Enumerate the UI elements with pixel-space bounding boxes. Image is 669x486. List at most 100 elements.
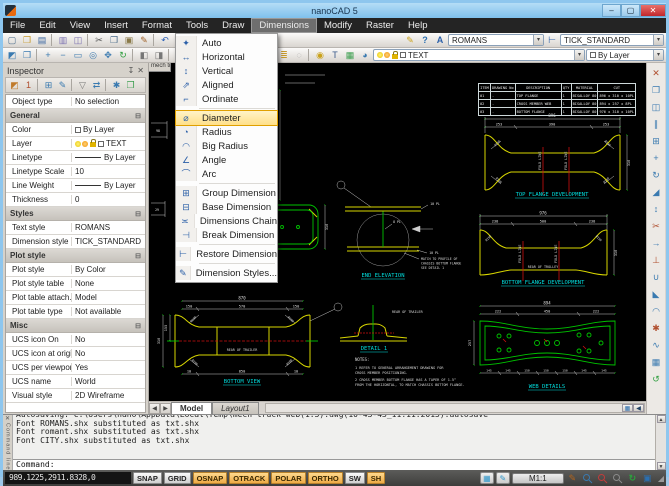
move-icon[interactable]: + <box>649 151 664 165</box>
selection-icon[interactable]: ◩ <box>8 79 21 92</box>
help-icon[interactable]: ? <box>418 34 432 47</box>
color-combo[interactable]: By Layer ▾ <box>586 49 664 61</box>
menu-item-break-dimension[interactable]: ⊣Break Dimension <box>176 228 277 242</box>
fullscreen-icon[interactable]: ▣ <box>641 472 654 484</box>
tab-model[interactable]: Model <box>171 402 212 414</box>
count-badge-icon[interactable]: 1 <box>22 79 35 92</box>
layer-match-icon[interactable]: ▦ <box>343 49 357 62</box>
zoom-object-icon[interactable]: ◕ <box>358 49 372 62</box>
inspector-row-ucs-name[interactable]: UCS nameWorld <box>6 375 145 389</box>
zoom-in-icon[interactable]: + <box>41 49 55 62</box>
collapse-icon[interactable]: ⊟ <box>135 252 141 260</box>
menu-raster[interactable]: Raster <box>359 18 401 33</box>
inspector-row-linetype-scale[interactable]: Linetype Scale10 <box>6 165 145 179</box>
menu-item-angle[interactable]: ∠Angle <box>176 153 277 167</box>
rotate-icon[interactable]: ↻ <box>649 168 664 182</box>
collapse-icon[interactable]: ⊟ <box>135 210 141 218</box>
drawing-explorer-icon[interactable]: ❒ <box>20 49 34 62</box>
collapse-icon[interactable]: ⊟ <box>135 112 141 120</box>
plot-preview-icon[interactable]: ◫ <box>71 34 85 47</box>
toggle-sw[interactable]: SW <box>345 472 365 484</box>
edit-pencil-icon[interactable]: ✎ <box>403 34 417 47</box>
inspector-section-general[interactable]: General⊟ <box>6 109 145 123</box>
property-value[interactable]: By Color <box>72 265 145 274</box>
inspector-section-plot-style[interactable]: Plot style⊟ <box>6 249 145 263</box>
menu-item-group-dimension[interactable]: ⊞Group Dimension <box>176 186 277 200</box>
property-value[interactable]: Yes <box>72 363 145 372</box>
inspector-row-color[interactable]: ColorBy Layer <box>6 123 145 137</box>
inspector-icon[interactable]: ◩ <box>5 49 19 62</box>
menu-item-restore-dimension[interactable]: ⊢Restore Dimension <box>176 247 277 261</box>
zoom-window-icon[interactable]: ▭ <box>71 49 85 62</box>
menu-help[interactable]: Help <box>401 18 435 33</box>
menu-view[interactable]: View <box>63 18 97 33</box>
zoom-extents-icon[interactable]: ◎ <box>86 49 100 62</box>
chevron-down-icon[interactable]: ▾ <box>653 35 663 45</box>
hatch-icon[interactable]: ▦ <box>649 355 664 369</box>
chevron-down-icon[interactable]: ▾ <box>574 50 584 60</box>
chamfer-icon[interactable]: ◣ <box>649 287 664 301</box>
property-value[interactable]: By Layer <box>72 125 145 134</box>
property-value[interactable]: Model <box>72 293 145 302</box>
menu-edit[interactable]: Edit <box>32 18 62 33</box>
trim-icon[interactable]: ✂ <box>649 219 664 233</box>
paste-icon[interactable]: ▣ <box>122 34 136 47</box>
edit-note-icon[interactable]: ✎ <box>56 79 69 92</box>
view-settings-icon[interactable]: ▦ <box>480 472 494 484</box>
settings-icon[interactable]: ✱ <box>110 79 123 92</box>
grid-view-icon[interactable]: ⊞ <box>42 79 55 92</box>
close-icon[interactable]: ✕ <box>5 415 10 422</box>
scale-field[interactable]: M1:1 <box>512 473 564 484</box>
open-file-icon[interactable]: ❒ <box>20 34 34 47</box>
copy-icon[interactable]: ❐ <box>107 34 121 47</box>
copy-tool-icon[interactable]: ❐ <box>649 83 664 97</box>
tab-layout1[interactable]: Layout1 <box>212 402 258 414</box>
toggle-ortho[interactable]: ORTHO <box>308 472 343 484</box>
splitter-icon[interactable]: ▦ <box>622 404 633 412</box>
extend-icon[interactable]: → <box>649 236 664 250</box>
layers-icon[interactable]: ≣ <box>277 49 291 62</box>
text-style-combo[interactable]: ROMANS ▾ <box>448 34 544 46</box>
property-value[interactable]: World <box>72 377 145 386</box>
scroll-left-icon[interactable]: ◀ <box>633 404 644 412</box>
menu-insert[interactable]: Insert <box>97 18 135 33</box>
menu-modify[interactable]: Modify <box>317 18 359 33</box>
pin-icon[interactable]: ↧ <box>128 66 135 75</box>
menu-item-ordinate[interactable]: ⌐Ordinate <box>176 92 277 106</box>
close-icon[interactable]: ✕ <box>137 66 144 75</box>
stretch-icon[interactable]: ↕ <box>649 202 664 216</box>
redline-pencil-icon[interactable]: ✎ <box>566 472 579 484</box>
menu-file[interactable]: File <box>3 18 32 33</box>
inspector-section-misc[interactable]: Misc⊟ <box>6 319 145 333</box>
menu-item-dimension-styles[interactable]: ✎Dimension Styles... <box>176 266 277 280</box>
new-file-icon[interactable]: ▢ <box>5 34 19 47</box>
chevron-down-icon[interactable]: ▾ <box>653 50 663 60</box>
inspector-row-plot-table-attach[interactable]: Plot table attach...Model <box>6 291 145 305</box>
property-value[interactable]: 10 <box>72 167 145 176</box>
tab-scroll-left-icon[interactable]: ◀ <box>149 403 160 414</box>
reference-icon[interactable]: ❒ <box>124 79 137 92</box>
menu-item-auto[interactable]: ✦Auto <box>176 36 277 50</box>
property-value[interactable]: No selection <box>72 97 145 106</box>
resize-grip[interactable]: ◢ <box>658 474 664 483</box>
draw-order-front-icon[interactable]: ◧ <box>137 49 151 62</box>
selection-mode-icon[interactable]: ✎ <box>496 472 510 484</box>
swap-icon[interactable]: ⇄ <box>90 79 103 92</box>
property-value[interactable]: Not available <box>72 307 145 316</box>
property-value[interactable]: 2D Wireframe <box>72 391 145 400</box>
inspector-row-ucs-per-viewport[interactable]: UCS per viewportYes <box>6 361 145 375</box>
join-icon[interactable]: ∪ <box>649 270 664 284</box>
scroll-up-icon[interactable]: ▲ <box>657 415 666 423</box>
inspector-row-plot-table-type[interactable]: Plot table typeNot available <box>6 305 145 319</box>
format-painter-icon[interactable]: ✎ <box>137 34 151 47</box>
array-icon[interactable]: ⊞ <box>649 134 664 148</box>
inspector-row-plot-style-table[interactable]: Plot style tableNone <box>6 277 145 291</box>
property-value[interactable]: By Layer <box>72 153 145 162</box>
inspector-row-dimension-style[interactable]: Dimension styleTICK_STANDARD <box>6 235 145 249</box>
layer-combo[interactable]: TEXT ▾ <box>373 49 585 61</box>
property-value[interactable]: No <box>72 335 145 344</box>
property-value[interactable]: No <box>72 349 145 358</box>
fillet-icon[interactable]: ◠ <box>649 304 664 318</box>
inspector-row-linetype[interactable]: LinetypeBy Layer <box>6 151 145 165</box>
property-value[interactable]: TICK_STANDARD <box>72 237 145 246</box>
